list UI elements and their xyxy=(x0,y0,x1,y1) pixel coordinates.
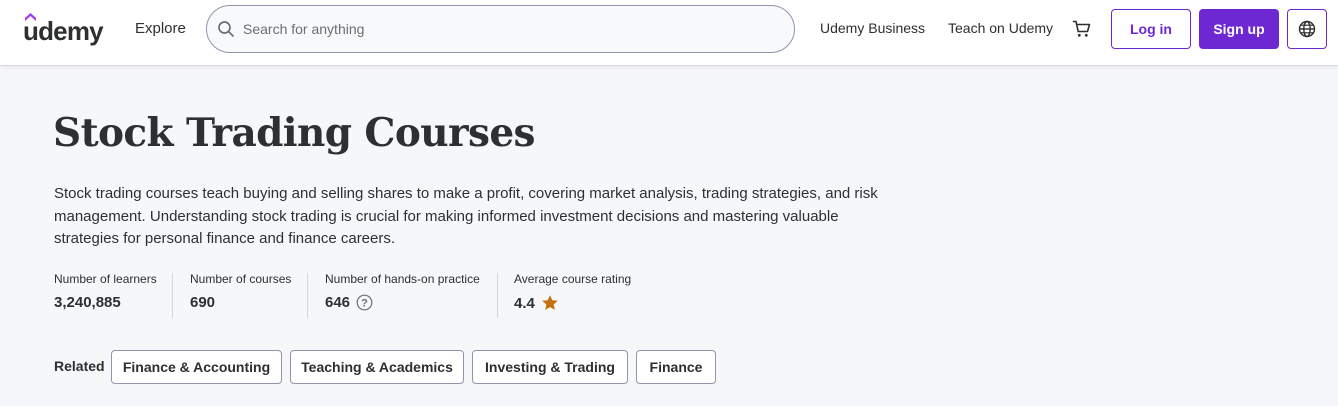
udemy-logo[interactable]: udemy xyxy=(22,11,117,47)
signup-button[interactable]: Sign up xyxy=(1199,9,1279,49)
search-bar xyxy=(206,5,795,53)
udemy-logo-icon: udemy xyxy=(23,13,105,46)
top-header: udemy Explore Udemy Business Teach on Ud… xyxy=(0,0,1338,65)
related-tag-finance-accounting[interactable]: Finance & Accounting xyxy=(111,350,282,384)
related-tag-investing-trading[interactable]: Investing & Trading xyxy=(472,350,628,384)
login-button[interactable]: Log in xyxy=(1111,9,1191,49)
stat-divider xyxy=(172,273,173,318)
search-icon[interactable] xyxy=(217,20,235,38)
stat-practice: Number of hands-on practice 646 ? xyxy=(325,272,480,318)
related-tag-teaching-academics[interactable]: Teaching & Academics xyxy=(290,350,464,384)
stat-value: 646 xyxy=(325,294,351,311)
page-title: Stock Trading Courses xyxy=(53,110,536,156)
stat-label: Number of courses xyxy=(190,272,292,286)
explore-menu[interactable]: Explore xyxy=(135,20,186,37)
globe-icon xyxy=(1298,20,1316,38)
stat-courses: Number of courses 690 xyxy=(190,272,291,318)
stat-label: Number of hands-on practice xyxy=(325,272,480,286)
stat-label: Average course rating xyxy=(514,272,632,286)
search-input[interactable] xyxy=(243,6,773,52)
related-tag-finance[interactable]: Finance xyxy=(636,350,716,384)
stat-value: 3,240,885 xyxy=(54,294,121,311)
stat-value: 4.4 xyxy=(514,294,535,312)
stat-label: Number of learners xyxy=(54,272,157,286)
cart-icon[interactable] xyxy=(1072,19,1092,39)
language-button[interactable] xyxy=(1287,9,1327,49)
stat-divider xyxy=(497,273,498,318)
stat-divider xyxy=(307,273,308,318)
help-icon[interactable]: ? xyxy=(356,294,373,311)
teach-on-udemy-link[interactable]: Teach on Udemy xyxy=(948,20,1053,36)
stat-value: 690 xyxy=(190,294,216,311)
related-label: Related xyxy=(54,358,105,374)
star-icon xyxy=(542,295,558,310)
svg-text:?: ? xyxy=(361,297,368,309)
udemy-business-link[interactable]: Udemy Business xyxy=(820,20,925,36)
stat-rating: Average course rating 4.4 xyxy=(514,272,631,318)
svg-text:udemy: udemy xyxy=(23,16,104,46)
stat-learners: Number of learners 3,240,885 xyxy=(54,272,157,318)
page-description: Stock trading courses teach buying and s… xyxy=(54,185,878,247)
